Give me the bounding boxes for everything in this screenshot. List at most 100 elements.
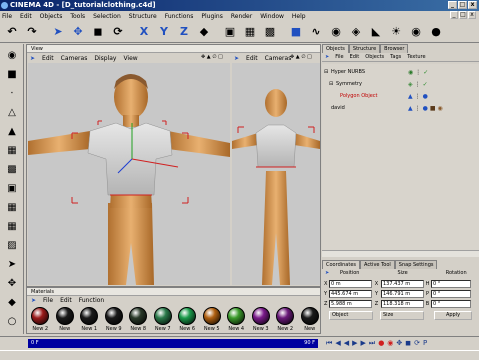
previous-frame-icon[interactable]: ◀ bbox=[335, 339, 340, 348]
right-viewport-nav-icons[interactable]: ✥ ▲ ∅ □ bbox=[290, 54, 312, 60]
rotate-icon[interactable]: ⟳ bbox=[109, 23, 127, 41]
material-swatch[interactable]: New 3 bbox=[251, 307, 272, 332]
tab-structure[interactable]: Structure bbox=[348, 44, 381, 53]
tab-active-tool[interactable]: Active Tool bbox=[360, 260, 395, 269]
deformer-icon[interactable]: ◣ bbox=[367, 23, 385, 41]
nurbs-icon[interactable]: ◉ bbox=[327, 23, 345, 41]
texture-axis-icon[interactable]: ▣ bbox=[3, 180, 21, 196]
materials-menu-icon[interactable]: ➤ bbox=[31, 297, 36, 304]
maximize-button[interactable]: □ bbox=[458, 1, 467, 9]
viewport-menu-icon[interactable]: ➤ bbox=[30, 55, 35, 62]
menu-file[interactable]: File bbox=[2, 13, 12, 20]
key-position-icon[interactable]: ✥ bbox=[396, 339, 402, 348]
texture-mode-icon[interactable]: ▩ bbox=[3, 161, 21, 177]
materials-menu-function[interactable]: Function bbox=[79, 297, 105, 304]
material-swatch[interactable]: New 2 bbox=[30, 307, 51, 332]
close-button[interactable]: x bbox=[468, 1, 477, 9]
uvw-mode-icon[interactable]: ▦ bbox=[3, 142, 21, 158]
mdi-restore-button[interactable]: □ bbox=[459, 11, 467, 19]
menu-objects[interactable]: Objects bbox=[40, 13, 63, 20]
object-list-scrollbar[interactable] bbox=[322, 250, 479, 257]
go-to-start-icon[interactable]: ⏮ bbox=[326, 339, 332, 348]
render-view-icon[interactable]: ▣ bbox=[221, 23, 239, 41]
list-item[interactable]: david ▲ ⋮ ● ■ ◉ bbox=[322, 102, 479, 114]
axis-y-button[interactable]: Y bbox=[155, 23, 173, 41]
menu-edit[interactable]: Edit bbox=[20, 13, 32, 20]
object-menu-file[interactable]: File bbox=[335, 54, 343, 60]
mdi-minimize-button[interactable]: _ bbox=[450, 11, 458, 19]
camera-mode-icon[interactable]: ◉ bbox=[3, 47, 21, 63]
rotation-h-field[interactable]: 0 ° bbox=[431, 279, 471, 288]
inverse-kinematics-icon[interactable]: ✥ bbox=[3, 275, 21, 291]
axis-x-button[interactable]: X bbox=[135, 23, 153, 41]
tab-browser[interactable]: Browser bbox=[380, 44, 409, 53]
object-menu-texture[interactable]: Texture bbox=[407, 54, 425, 60]
size-z-field[interactable]: 118.318 m bbox=[381, 299, 424, 308]
tab-snap-settings[interactable]: Snap Settings bbox=[394, 260, 438, 269]
key-parameter-icon[interactable]: P bbox=[423, 339, 427, 348]
object-menu-icon[interactable]: ➤ bbox=[325, 54, 329, 60]
edges-mode-icon[interactable]: △ bbox=[3, 104, 21, 120]
left-menu-edit[interactable]: Edit bbox=[42, 55, 54, 62]
material-swatch[interactable]: New 8 bbox=[128, 307, 149, 332]
size-mode-select[interactable]: Size bbox=[380, 311, 424, 320]
material-swatch[interactable]: New 7 bbox=[153, 307, 174, 332]
rotation-b-field[interactable]: 0 ° bbox=[431, 299, 471, 308]
texture-tag-icon[interactable]: ■ bbox=[430, 105, 436, 112]
object-menu-edit[interactable]: Edit bbox=[350, 54, 360, 60]
menu-window[interactable]: Window bbox=[260, 13, 284, 20]
expand-toggle[interactable]: ⊟ bbox=[329, 81, 333, 87]
tab-coordinates[interactable]: Coordinates bbox=[322, 260, 361, 269]
move-icon[interactable]: ✥ bbox=[69, 23, 87, 41]
render-region-icon[interactable]: ▦ bbox=[241, 23, 259, 41]
material-swatch[interactable]: New 4 bbox=[226, 307, 247, 332]
key-scale-icon[interactable]: ◼ bbox=[405, 339, 411, 348]
front-viewport[interactable] bbox=[232, 63, 320, 285]
menu-plugins[interactable]: Plugins bbox=[201, 13, 223, 20]
go-to-end-icon[interactable]: ⏭ bbox=[369, 339, 375, 348]
stripe-icon[interactable]: ▨ bbox=[3, 237, 21, 253]
material-swatch[interactable]: New 2 bbox=[275, 307, 296, 332]
menu-structure[interactable]: Structure bbox=[129, 13, 157, 20]
menu-tools[interactable]: Tools bbox=[70, 13, 85, 20]
material-swatch[interactable]: New 6 bbox=[177, 307, 198, 332]
cube-primitive-icon[interactable]: ■ bbox=[287, 23, 305, 41]
phong-tag-icon[interactable]: ● bbox=[423, 93, 428, 100]
visibility-dots-icon[interactable]: ⋮ bbox=[415, 105, 421, 112]
materials-menu-edit[interactable]: Edit bbox=[60, 297, 72, 304]
phong-tag-icon[interactable]: ● bbox=[423, 105, 428, 112]
mdi-close-button[interactable]: x bbox=[468, 11, 476, 19]
viewport-menu-icon-right[interactable]: ➤ bbox=[234, 55, 239, 62]
scene-icon[interactable]: ☀ bbox=[387, 23, 405, 41]
left-menu-view[interactable]: View bbox=[123, 55, 137, 62]
animation-mode-icon[interactable]: ➤ bbox=[3, 256, 21, 272]
points-mode-icon[interactable]: ⋅ bbox=[3, 85, 21, 101]
autokey-icon[interactable]: ◉ bbox=[387, 339, 393, 348]
polygons-mode-icon[interactable]: ▲ bbox=[3, 123, 21, 139]
material-swatch[interactable]: New bbox=[55, 307, 76, 332]
list-item[interactable]: ⊟ Symmetry ◈ ⋮ ✓ bbox=[322, 78, 479, 90]
right-menu-cameras[interactable]: Cameras bbox=[265, 55, 292, 62]
rotation-p-field[interactable]: 0 ° bbox=[431, 289, 471, 298]
coordinate-system-icon[interactable]: ◆ bbox=[195, 23, 213, 41]
visibility-dots-icon[interactable]: ⋮ bbox=[415, 93, 421, 100]
list-item[interactable]: ⊟ Hyper NURBS ◉ ⋮ ✓ bbox=[322, 66, 479, 78]
material-swatch[interactable]: New 5 bbox=[202, 307, 223, 332]
apply-button[interactable]: Apply bbox=[434, 311, 472, 320]
minimize-button[interactable]: _ bbox=[448, 1, 457, 9]
materials-menu-file[interactable]: File bbox=[43, 297, 53, 304]
right-menu-edit[interactable]: Edit bbox=[246, 55, 258, 62]
record-icon[interactable]: ● bbox=[378, 339, 384, 348]
object-mode-icon[interactable]: ■ bbox=[3, 66, 21, 82]
array-icon[interactable]: ◈ bbox=[347, 23, 365, 41]
redo-icon[interactable]: ↷ bbox=[23, 23, 41, 41]
snap-icon[interactable]: ○ bbox=[3, 313, 21, 329]
size-x-field[interactable]: 137.437 m bbox=[381, 279, 424, 288]
next-frame-icon[interactable]: ▶ bbox=[360, 339, 365, 348]
select-arrow-icon[interactable]: ➤ bbox=[49, 23, 67, 41]
menu-render[interactable]: Render bbox=[231, 13, 252, 20]
left-viewport-nav-icons[interactable]: ✥ ▲ ∅ □ bbox=[201, 54, 223, 60]
enabled-check-icon[interactable]: ✓ bbox=[423, 69, 428, 76]
expand-toggle[interactable]: ⊟ bbox=[324, 69, 328, 75]
enabled-check-icon[interactable]: ✓ bbox=[423, 81, 428, 88]
